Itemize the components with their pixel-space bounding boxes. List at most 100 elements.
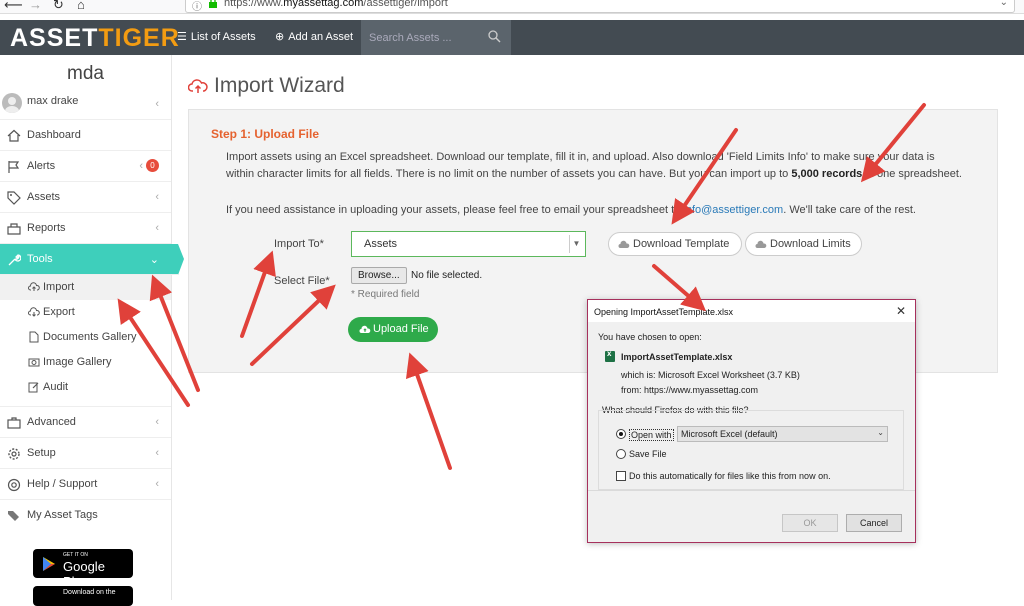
sidebar-item-import[interactable]: Import (0, 275, 171, 300)
email-link[interactable]: info@assettiger.com (683, 204, 783, 216)
search-box (361, 20, 511, 55)
forward-icon[interactable]: → (29, 0, 42, 12)
page-title: Import Wizard (188, 74, 345, 98)
logo[interactable]: ASSETTIGER (10, 24, 180, 52)
sidebar-item-export[interactable]: Export (0, 300, 171, 325)
lock-icon (209, 0, 217, 8)
sidebar-item-help[interactable]: Help / Support ‹ (0, 469, 171, 500)
dialog-title: Opening ImportAssetTemplate.xlsx (594, 307, 734, 317)
sidebar-item-documents-gallery[interactable]: Documents Gallery (0, 325, 171, 350)
back-icon[interactable]: ⟵ (4, 0, 23, 13)
select-file-label: Select File* (274, 275, 330, 287)
open-with-label[interactable]: Open with (629, 429, 674, 441)
required-note: * Required field (351, 289, 420, 300)
sidebar-item-label: Alerts (27, 160, 56, 172)
open-with-app-value: Microsoft Excel (default) (681, 429, 778, 439)
document-icon (29, 331, 39, 343)
tag-icon (7, 191, 21, 205)
sidebar-item-label: Help / Support (27, 478, 98, 490)
sidebar-item-label: Import (43, 281, 75, 293)
intro-text: Import assets using an Excel spreadsheet… (226, 151, 962, 180)
sidebar-item-tools[interactable]: Tools ⌄ (0, 244, 184, 275)
sidebar-item-alerts[interactable]: Alerts ‹ 0 (0, 151, 171, 182)
open-with-app-select[interactable]: Microsoft Excel (default) ⌄ (677, 426, 888, 442)
chevron-left-icon: ‹ (155, 447, 159, 459)
auto-label[interactable]: Do this automatically for files like thi… (629, 471, 831, 481)
wrench-icon (8, 254, 21, 266)
chevron-left-icon: ‹ (155, 98, 159, 110)
badge-big-text: Google Play (63, 559, 105, 589)
camera-icon (28, 358, 40, 367)
chevron-down-icon: ⌄ (877, 428, 884, 437)
chevron-left-icon: ‹ (139, 160, 143, 172)
download-limits-button[interactable]: Download Limits (745, 232, 862, 256)
nav-add-asset[interactable]: ⊕ Add an Asset (275, 20, 353, 55)
info-icon[interactable]: ⓘ (192, 0, 202, 13)
import-to-value: Assets (364, 238, 398, 250)
save-file-radio[interactable] (616, 449, 626, 459)
nav-list-of-assets[interactable]: ☰ List of Assets (177, 20, 256, 55)
search-icon[interactable] (488, 30, 501, 43)
cloud-upload-icon (28, 282, 40, 291)
chevron-left-icon: ‹ (155, 416, 159, 428)
tags-icon (8, 511, 19, 521)
dialog-body: You have chosen to open: ImportAssetTemp… (588, 322, 915, 490)
user-menu[interactable]: max drake ‹ (0, 90, 171, 120)
chevron-left-icon: ‹ (155, 222, 159, 234)
reload-icon[interactable]: ↻ (53, 0, 64, 13)
ok-button[interactable]: OK (782, 514, 838, 532)
dialog-which-is: which is: Microsoft Excel Worksheet (3.7… (621, 370, 800, 380)
open-with-radio[interactable] (616, 429, 626, 439)
user-name: max drake (27, 95, 79, 107)
save-file-label[interactable]: Save File (629, 449, 667, 459)
badge-small-text: GET IT ON (63, 552, 88, 558)
company-name: mda (67, 63, 104, 84)
file-status: No file selected. (411, 270, 483, 281)
badge-small-text: Download on the (63, 589, 116, 596)
sidebar-item-image-gallery[interactable]: Image Gallery (0, 350, 171, 375)
sidebar-item-label: Reports (27, 222, 66, 234)
file-open-dialog: Opening ImportAssetTemplate.xlsx ✕ You h… (587, 299, 916, 543)
url-bar[interactable]: ⓘ https://www.myassettag.com/assettiger/… (185, 0, 1015, 13)
sidebar-item-my-asset-tags[interactable]: My Asset Tags (0, 500, 171, 531)
sidebar-item-setup[interactable]: Setup ‹ (0, 438, 171, 469)
sidebar-item-reports[interactable]: Reports ‹ (0, 213, 171, 244)
sidebar-item-audit[interactable]: Audit (0, 375, 171, 400)
chevron-down-icon: ⌄ (149, 254, 159, 266)
edit-icon (28, 382, 39, 393)
import-to-label: Import To* (274, 238, 324, 250)
pocket-icon[interactable]: ⌄ (1000, 0, 1008, 8)
plus-circle-icon: ⊕ (275, 31, 285, 43)
upload-file-button[interactable]: Upload File (348, 317, 438, 342)
download-template-button[interactable]: Download Template (608, 232, 742, 256)
sidebar-item-label: Export (43, 306, 75, 318)
assistance-text: If you need assistance in uploading your… (226, 204, 916, 216)
flag-icon (8, 161, 20, 173)
close-icon[interactable]: ✕ (896, 304, 906, 318)
cloud-upload-icon (188, 79, 208, 94)
auto-checkbox[interactable] (616, 471, 626, 481)
search-input[interactable] (369, 29, 479, 46)
lifebuoy-icon (7, 478, 21, 492)
browse-button[interactable]: Browse... (351, 267, 407, 284)
app-store-badge[interactable]: Download on the (33, 586, 133, 606)
cancel-button[interactable]: Cancel (846, 514, 902, 532)
sidebar-item-label: Image Gallery (43, 356, 112, 368)
app-header: ASSETTIGER ☰ List of Assets ⊕ Add an Asset (0, 20, 1024, 55)
cloud-download-icon (28, 307, 40, 317)
google-play-badge[interactable]: GET IT ON Google Play (33, 549, 133, 589)
sidebar-item-label: Assets (27, 191, 61, 203)
home-icon[interactable]: ⌂ (77, 0, 85, 12)
sidebar-item-label: Audit (43, 381, 69, 393)
sidebar-item-assets[interactable]: Assets ‹ (0, 182, 171, 213)
cloud-download-icon (618, 240, 630, 248)
sidebar-item-label: My Asset Tags (27, 509, 98, 521)
dialog-chosen-text: You have chosen to open: (598, 332, 702, 342)
sidebar-item-dashboard[interactable]: Dashboard (0, 120, 171, 151)
import-to-select[interactable]: Assets ▼ (351, 231, 586, 257)
sidebar-item-label: Advanced (27, 416, 76, 428)
sidebar-item-advanced[interactable]: Advanced ‹ (0, 407, 171, 438)
tools-submenu: Import Export Documents Gallery Image Ga… (0, 275, 171, 407)
sidebar: mda max drake ‹ Dashboard Alerts ‹ 0 Ass… (0, 55, 184, 606)
excel-icon (605, 349, 615, 362)
